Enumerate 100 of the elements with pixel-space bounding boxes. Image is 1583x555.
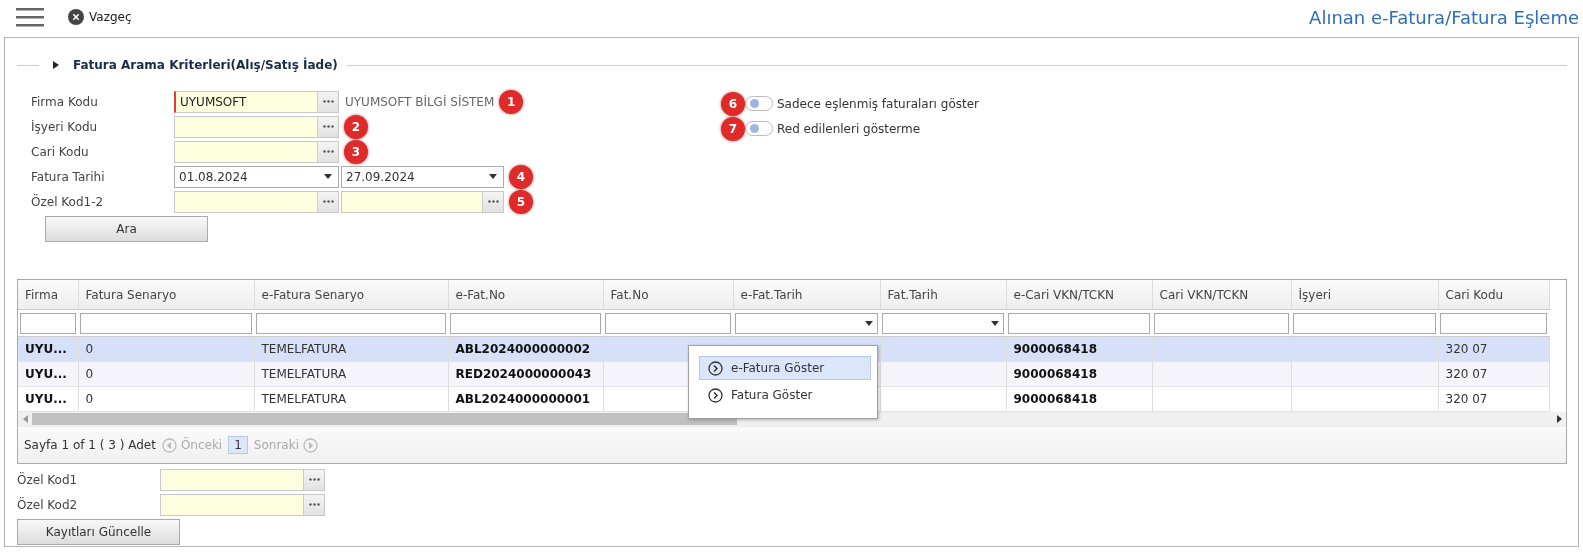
column-header[interactable]: Cari Kodu [1438, 280, 1549, 310]
dots-icon [322, 150, 334, 153]
lookup-button[interactable] [303, 469, 324, 490]
table-cell: ABL2024000000002 [455, 342, 591, 356]
lookup-field[interactable] [160, 468, 325, 491]
update-button[interactable]: Kayıtları Güncelle [17, 519, 180, 545]
company-name: UYUMSOFT BİLGİ SİSTEM [345, 94, 495, 109]
horizontal-scrollbar[interactable] [18, 412, 1566, 426]
table-cell: ABL2024000000001 [455, 392, 591, 406]
previous-icon [161, 437, 177, 453]
number-badge: 6 [721, 91, 745, 116]
menu-icon[interactable] [16, 7, 44, 27]
table-cell: 0 [85, 342, 94, 356]
column-header[interactable]: e-Fat.Tarih [733, 280, 880, 310]
lookup-button[interactable] [317, 191, 338, 212]
number-badge: 5 [509, 189, 533, 214]
column-header[interactable]: Fat.Tarih [880, 280, 1006, 310]
filter-field[interactable] [1008, 312, 1150, 334]
table-cell: RED2024000000043 [455, 367, 592, 381]
next-icon [708, 360, 723, 376]
filter-field[interactable] [1293, 312, 1436, 334]
number-badge: 7 [721, 116, 745, 141]
number-badge: 2 [344, 114, 368, 139]
table-cell: 320 07 [1445, 392, 1488, 406]
filter-field[interactable] [256, 312, 446, 334]
toggle-switch[interactable] [745, 96, 773, 111]
column-header[interactable]: Fat.No [603, 280, 733, 310]
table-cell: 320 07 [1445, 342, 1488, 356]
filter-field[interactable] [1154, 312, 1289, 334]
lookup-button[interactable] [482, 191, 503, 212]
toggle-label: Sadece eşlenmiş faturaları göster [777, 96, 979, 111]
column-header[interactable]: e-Fat.No [448, 280, 603, 310]
table-cell: 9000068418 [1013, 392, 1097, 406]
dots-icon [322, 200, 334, 203]
lookup-button[interactable] [317, 141, 338, 162]
menu-item[interactable]: e-Fatura Göster [699, 356, 871, 380]
lookup-field[interactable] [174, 140, 339, 163]
lookup-button[interactable] [303, 494, 324, 515]
lookup-field[interactable] [341, 190, 504, 213]
toggle-label: Red edilenleri gösterme [777, 121, 921, 136]
page-summary: Sayfa 1 of 1 ( 3 ) Adet [24, 438, 156, 452]
field-label: Firma Kodu [31, 94, 99, 109]
page-title: Alınan e-Fatura/Fatura Eşleme [1309, 6, 1579, 28]
table-cell: 9000068418 [1013, 342, 1097, 356]
filter-field[interactable] [1440, 312, 1547, 334]
table-cell: UYU... [25, 367, 67, 381]
toggle-switch[interactable] [745, 121, 773, 136]
field-label: Cari Kodu [31, 144, 90, 159]
date-field[interactable]: 27.09.2024 [341, 165, 504, 188]
close-icon [68, 9, 84, 25]
field-label: Özel Kod2 [17, 497, 79, 512]
column-header[interactable]: e-Fatura Senaryo [254, 280, 448, 310]
table-cell: TEMELFATURA [261, 392, 347, 406]
caret-icon [865, 320, 873, 326]
lookup-field[interactable] [160, 493, 325, 516]
lookup-button[interactable] [317, 91, 338, 112]
scroll-right-icon[interactable] [1556, 415, 1562, 423]
number-badge: 1 [499, 89, 524, 114]
filter-field[interactable] [80, 312, 252, 334]
table-cell: TEMELFATURA [261, 367, 347, 381]
column-header[interactable]: e-Cari VKN/TCKN [1006, 280, 1152, 310]
field-label: Özel Kod1-2 [31, 194, 105, 209]
table-cell: UYU... [25, 392, 67, 406]
column-header[interactable]: Firma [18, 280, 78, 310]
lookup-field[interactable] [174, 190, 339, 213]
filter-dropdown[interactable] [882, 312, 1004, 334]
table-cell: TEMELFATURA [261, 342, 347, 356]
collapse-icon[interactable] [53, 61, 59, 69]
page-number[interactable]: 1 [228, 436, 248, 454]
filter-field[interactable] [605, 312, 731, 334]
filter-field[interactable] [20, 312, 76, 334]
table-row[interactable]: UYU... 0 TEMELFATURA ABL2024000000002 9000068418 320 07 [18, 336, 1549, 362]
dots-icon [487, 200, 499, 203]
table-cell: 0 [85, 392, 94, 406]
cancel-button[interactable]: Vazgeç [68, 9, 132, 25]
number-badge: 4 [509, 164, 533, 189]
field-label: Fatura Tarihi [31, 169, 106, 184]
caret-icon [489, 174, 497, 179]
caret-icon [324, 174, 332, 179]
date-field[interactable]: 01.08.2024 [174, 165, 339, 188]
table-cell: 0 [85, 367, 94, 381]
dots-icon [308, 478, 320, 481]
table-cell: 9000068418 [1013, 367, 1097, 381]
scroll-left-icon[interactable] [22, 415, 28, 423]
caret-icon [991, 320, 999, 326]
field-label: Özel Kod1 [17, 472, 79, 487]
filter-field[interactable] [450, 312, 601, 334]
column-header[interactable]: Cari VKN/TCKN [1152, 280, 1291, 310]
filter-dropdown[interactable] [735, 312, 878, 334]
column-header[interactable]: İşyeri [1291, 280, 1438, 310]
lookup-field[interactable] [174, 115, 339, 138]
dots-icon [322, 100, 334, 103]
next-icon [708, 387, 723, 403]
table-cell: 320 07 [1445, 367, 1488, 381]
dots-icon [308, 503, 320, 506]
dots-icon [322, 125, 334, 128]
column-header[interactable]: Fatura Senaryo [78, 280, 254, 310]
lookup-button[interactable] [317, 116, 338, 137]
field-label: İşyeri Kodu [31, 119, 99, 134]
search-button[interactable]: Ara [45, 216, 208, 242]
